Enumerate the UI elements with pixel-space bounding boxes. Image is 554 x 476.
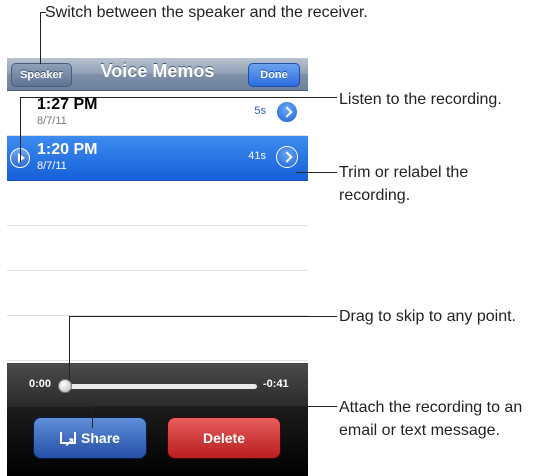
- leader-line-listen-h: [20, 97, 337, 98]
- elapsed-time: 0:00: [29, 378, 52, 390]
- voice-memos-screen: Speaker Voice Memos Done 1:27 PM 8/7/11 …: [7, 58, 308, 476]
- leader-line-listen-v: [20, 97, 21, 162]
- leader-line-speaker-v: [40, 12, 41, 64]
- leader-line-drag-v: [69, 316, 70, 380]
- leader-line-attach-h: [92, 406, 337, 407]
- callout-trim-line1: Trim or relabel the: [339, 164, 469, 181]
- scrubber-track[interactable]: [62, 384, 257, 389]
- disclosure-icon[interactable]: [276, 146, 298, 168]
- recording-duration: 41s: [248, 150, 266, 162]
- recording-time: 1:27 PM: [37, 96, 98, 113]
- share-icon: [60, 423, 77, 463]
- empty-row: [7, 226, 308, 271]
- callout-attach-line2: email or text message.: [339, 422, 500, 439]
- recordings-list: 1:27 PM 8/7/11 5s 1:20 PM 8/7/11 41s: [7, 91, 308, 363]
- done-button[interactable]: Done: [248, 63, 300, 87]
- callout-attach-line1: Attach the recording to an: [339, 399, 523, 416]
- recording-duration: 5s: [254, 105, 266, 117]
- recording-time: 1:20 PM: [37, 141, 98, 158]
- leader-line-attach-v: [92, 406, 93, 428]
- share-button[interactable]: Share: [33, 417, 147, 463]
- delete-button[interactable]: Delete: [167, 417, 281, 459]
- scrubber-bar: 0:00 -0:41: [7, 363, 308, 407]
- scrubber-thumb[interactable]: [58, 379, 72, 393]
- callout-drag: Drag to skip to any point.: [339, 308, 516, 325]
- callout-trim-line2: recording.: [339, 187, 411, 204]
- callout-speaker: Switch between the speaker and the recei…: [45, 4, 368, 21]
- bottom-toolbar: Share Delete: [7, 407, 308, 476]
- empty-row: [7, 316, 308, 361]
- leader-line-trim: [296, 172, 337, 173]
- remaining-time: -0:41: [263, 378, 289, 390]
- recording-date: 8/7/11: [37, 160, 67, 172]
- list-item[interactable]: 1:20 PM 8/7/11 41s: [7, 136, 308, 181]
- nav-bar: Speaker Voice Memos Done: [7, 58, 308, 91]
- leader-line-drag-h: [69, 316, 337, 317]
- empty-row: [7, 271, 308, 316]
- callout-listen: Listen to the recording.: [339, 91, 502, 108]
- share-label: Share: [81, 430, 120, 446]
- disclosure-icon[interactable]: [276, 101, 298, 123]
- empty-row: [7, 181, 308, 226]
- recording-date: 8/7/11: [37, 115, 67, 127]
